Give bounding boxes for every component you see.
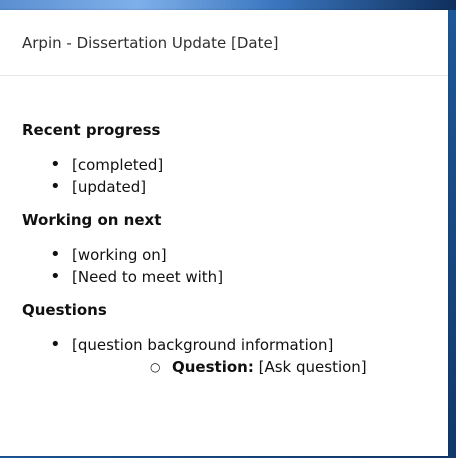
questions-list: [question background information] Questi… <box>22 334 448 378</box>
question-sublist: Question: [Ask question] <box>72 356 448 378</box>
section-title-questions: Questions <box>22 301 107 319</box>
sublist-item: Question: [Ask question] <box>72 356 448 378</box>
working-on-next-list: [working on] [Need to meet with] <box>22 244 448 288</box>
desktop-background: Arpin - Dissertation Update [Date] Recen… <box>0 0 456 458</box>
question-label: Question: <box>172 358 254 376</box>
message-body: Recent progress [completed] [updated] Wo… <box>0 76 448 378</box>
message-preview-panel: Arpin - Dissertation Update [Date] Recen… <box>0 10 448 456</box>
list-item: [Need to meet with] <box>22 266 448 288</box>
question-background: [question background information] <box>72 336 334 354</box>
question-text: [Ask question] <box>258 358 367 376</box>
list-item: [updated] <box>22 176 448 198</box>
background-decoration <box>0 0 456 10</box>
section-title-working-on-next: Working on next <box>22 211 162 229</box>
list-item: [completed] <box>22 154 448 176</box>
section-title-recent-progress: Recent progress <box>22 121 161 139</box>
message-header: Arpin - Dissertation Update [Date] <box>0 10 448 76</box>
message-title: Arpin - Dissertation Update [Date] <box>22 33 279 52</box>
list-item: [question background information] Questi… <box>22 334 448 378</box>
recent-progress-list: [completed] [updated] <box>22 154 448 198</box>
list-item: [working on] <box>22 244 448 266</box>
